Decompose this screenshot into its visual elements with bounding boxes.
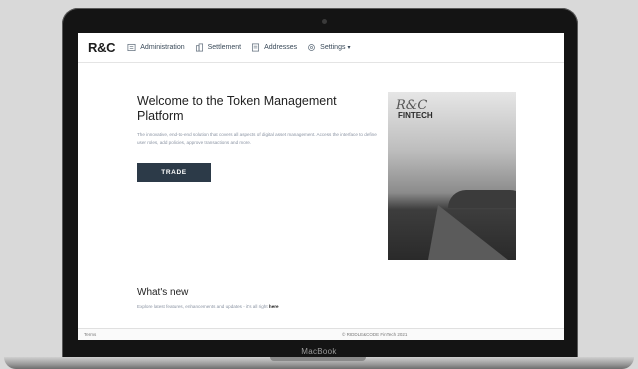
news-subtitle-text: Explore latest features, enhancements an… — [137, 304, 268, 309]
top-navigation: R&C Administration Settlement Addresses — [78, 33, 564, 63]
hero-description: The innovative, end-to-end solution that… — [137, 132, 377, 145]
nav-item-label: Settings — [320, 44, 346, 51]
nav-item-administration[interactable]: Administration — [127, 43, 185, 52]
nav-item-label: Addresses — [264, 44, 298, 51]
nav-item-settings[interactable]: Settings ▾ — [307, 43, 350, 52]
id-card-icon — [127, 43, 136, 52]
gear-icon — [308, 44, 316, 51]
news-heading: What's new — [137, 287, 189, 298]
chevron-down-icon: ▾ — [347, 45, 351, 51]
nav-item-label: Settlement — [207, 44, 242, 51]
nav-item-label: Administration — [140, 44, 185, 51]
news-subtitle: Explore latest features, enhancements an… — [137, 304, 279, 309]
laptop-notch — [270, 357, 366, 361]
terms-link[interactable]: Terms — [84, 332, 96, 337]
footer: Terms © RIDDLE&CODE FinTech 2021 — [78, 328, 564, 340]
hero-image: R&C FINTECH — [388, 92, 516, 260]
trade-button[interactable]: TRADE — [137, 163, 211, 182]
building-icon — [195, 43, 203, 52]
camera-icon — [322, 19, 327, 24]
nav-item-settlement[interactable]: Settlement — [195, 43, 241, 52]
image-road — [428, 205, 508, 260]
app-screen: R&C Administration Settlement Addresses — [78, 33, 564, 340]
device-label: MacBook — [301, 347, 337, 356]
brand-logo[interactable]: R&C — [88, 40, 116, 55]
address-book-icon — [252, 43, 260, 52]
image-brand: FINTECH — [398, 111, 433, 120]
nav-item-addresses[interactable]: Addresses — [251, 43, 297, 52]
news-here-link[interactable]: here — [269, 304, 279, 309]
page-title: Welcome to the Token Management Platform — [137, 94, 337, 123]
copyright-text: © RIDDLE&CODE FinTech 2021 — [342, 332, 408, 337]
